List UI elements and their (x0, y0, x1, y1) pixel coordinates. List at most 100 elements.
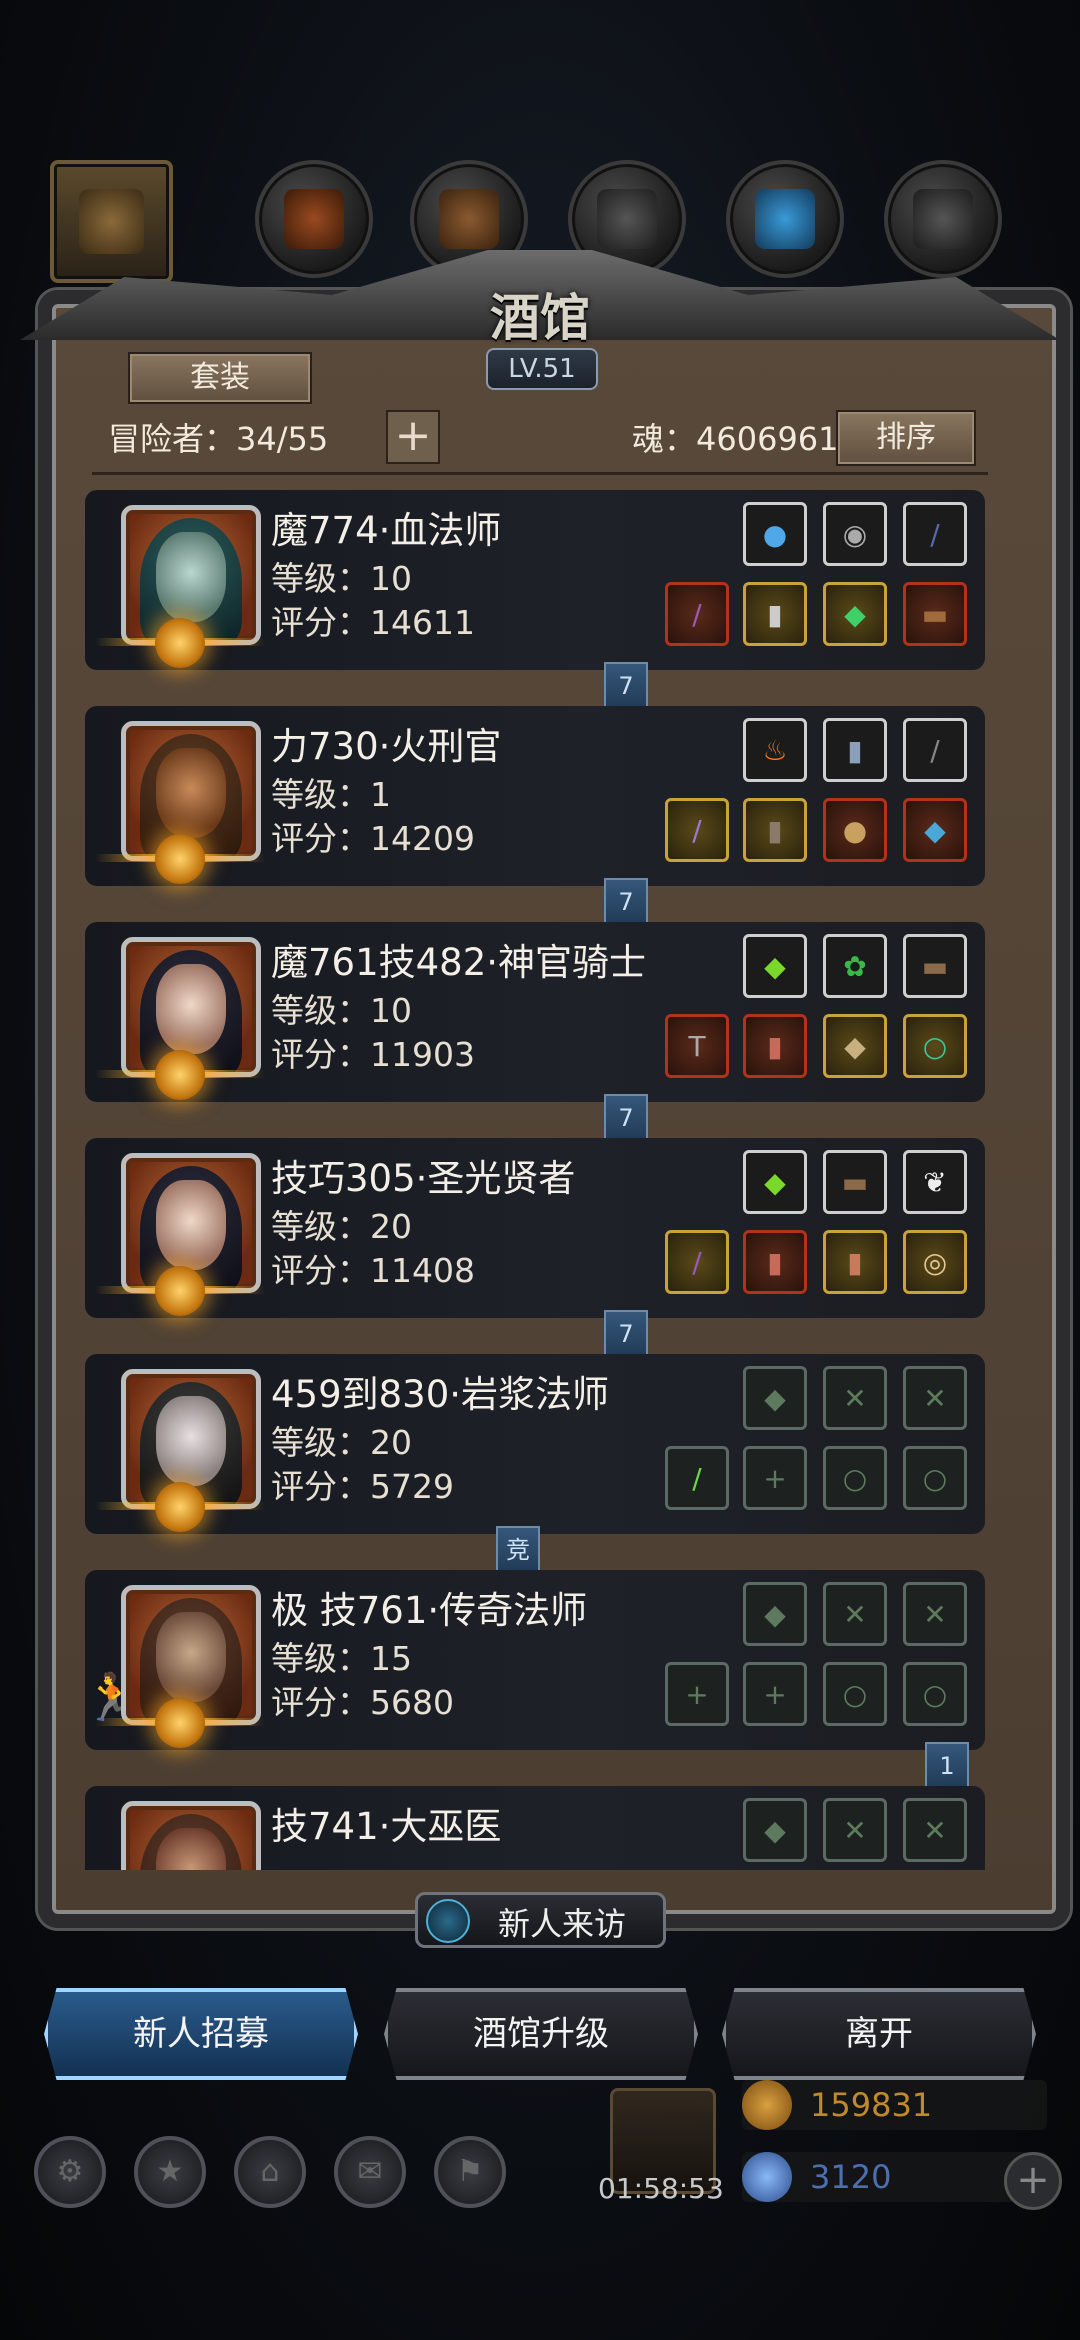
hero-name: 459到830·岩浆法师 (271, 1373, 610, 1416)
mask-icon[interactable]: ◉ (823, 502, 887, 566)
hero-card[interactable]: 力730·火刑官 等级：1 评分：14209 ♨ ▮ / / ▮ ● ◆ (85, 706, 985, 886)
herb-icon[interactable]: ✿ (823, 934, 887, 998)
hero-card[interactable]: 技741·大巫医 ◆ ✕ ✕ (85, 1786, 985, 1870)
add-currency-icon[interactable]: + (1004, 2152, 1062, 2210)
armor-icon[interactable]: ▮ (743, 1230, 807, 1294)
shield-icon[interactable]: ● (823, 798, 887, 862)
hero-score: 评分：11408 (271, 1251, 475, 1290)
shield-icon[interactable]: ◆ (823, 1014, 887, 1078)
book-icon[interactable]: ▬ (903, 582, 967, 646)
category-tab-all[interactable] (50, 160, 173, 283)
divider (92, 472, 988, 475)
empty-slot-icon[interactable]: ✕ (903, 1798, 967, 1862)
rank-medal-icon (155, 618, 205, 668)
hero-name: 技巧305·圣光贤者 (271, 1157, 576, 1200)
gold-icon (742, 2080, 792, 2130)
wing-icon[interactable]: ❦ (903, 1150, 967, 1214)
hero-name: 魔774·血法师 (271, 509, 502, 552)
adventurer-count: 冒险者：34/55 (108, 420, 329, 458)
hero-name: 力730·火刑官 (271, 725, 502, 768)
hero-card[interactable]: 魔774·血法师 等级：10 评分：14611 ● ◉ / / ▮ ◆ ▬ (85, 490, 985, 670)
new-visitor-button[interactable]: 新人来访 (415, 1892, 666, 1948)
staff-icon[interactable]: / (665, 582, 729, 646)
gold-counter: 159831 (742, 2080, 1047, 2130)
gem-counter: 3120 (742, 2152, 1047, 2202)
hammer-icon[interactable]: T (665, 1014, 729, 1078)
hero-name: 极 技761·传奇法师 (271, 1589, 588, 1632)
hero-level: 等级：20 (271, 1207, 412, 1246)
scroll-icon[interactable]: ▮ (823, 718, 887, 782)
armor-icon[interactable]: ▮ (743, 582, 807, 646)
hero-name: 技741·大巫医 (271, 1805, 502, 1848)
clock-icon (426, 1899, 470, 1943)
feather-icon[interactable]: / (903, 718, 967, 782)
empty-slot-icon[interactable]: ○ (823, 1446, 887, 1510)
hero-level: 等级：20 (271, 1423, 412, 1462)
hero-score: 评分：14611 (271, 603, 475, 642)
hero-card[interactable]: 🏃 极 技761·传奇法师 等级：15 评分：5680 ◆ ✕ ✕ + + ○ … (85, 1570, 985, 1750)
hero-score: 评分：5680 (271, 1683, 454, 1722)
bracer-icon[interactable]: ▬ (823, 1150, 887, 1214)
rune-icon[interactable]: / (903, 502, 967, 566)
empty-slot-icon[interactable]: ✕ (823, 1366, 887, 1430)
potion-icon[interactable]: ◆ (743, 1150, 807, 1214)
tavern-level-badge: LV.51 (486, 348, 598, 390)
hero-level: 等级：10 (271, 991, 412, 1030)
orb-icon[interactable]: ● (743, 502, 807, 566)
recruit-button[interactable]: 新人招募 (44, 1988, 358, 2080)
gauntlet-icon[interactable]: ◆ (903, 798, 967, 862)
gem-value: 3120 (810, 2158, 892, 2196)
category-tab-leather[interactable] (255, 160, 373, 278)
panel-title: 酒馆 (490, 288, 590, 347)
category-tab-steel[interactable] (884, 160, 1002, 278)
sort-button[interactable]: 排序 (836, 410, 976, 466)
cloak-icon[interactable]: ▮ (823, 1230, 887, 1294)
hero-level: 等级：10 (271, 559, 412, 598)
hero-level: 等级：1 (271, 775, 391, 814)
fire-icon[interactable]: ♨ (743, 718, 807, 782)
amulet-icon[interactable]: ○ (903, 1014, 967, 1078)
empty-slot-icon[interactable]: ○ (903, 1662, 967, 1726)
empty-slot-icon[interactable]: + (665, 1662, 729, 1726)
empty-slot-icon[interactable]: ◆ (743, 1798, 807, 1862)
rank-medal-icon (155, 1266, 205, 1316)
hero-card[interactable]: 459到830·岩浆法师 等级：20 评分：5729 ◆ ✕ ✕ / + ○ ○ (85, 1354, 985, 1534)
hero-card[interactable]: 技巧305·圣光贤者 等级：20 评分：11408 ◆ ▬ ❦ / ▮ ▮ ◎ (85, 1138, 985, 1318)
gift-icon[interactable]: ⚑ (434, 2136, 506, 2208)
set-button[interactable]: 套装 (128, 352, 312, 404)
empty-slot-icon[interactable]: + (743, 1662, 807, 1726)
mace-icon[interactable]: / (665, 798, 729, 862)
settings-icon[interactable]: ⚙ (34, 2136, 106, 2208)
hero-card[interactable]: 魔761技482·神官骑士 等级：10 评分：11903 ◆ ✿ ▬ T ▮ ◆… (85, 922, 985, 1102)
gold-value: 159831 (810, 2086, 933, 2124)
mail-icon[interactable]: ✉ (334, 2136, 406, 2208)
empty-slot-icon[interactable]: ○ (903, 1446, 967, 1510)
hero-level: 等级：15 (271, 1639, 412, 1678)
armor-icon[interactable]: ▮ (743, 1014, 807, 1078)
upgrade-tavern-button[interactable]: 酒馆升级 (384, 1988, 698, 2080)
staff-icon[interactable]: / (665, 1230, 729, 1294)
achievement-icon[interactable]: ★ (134, 2136, 206, 2208)
plus-icon[interactable]: + (386, 410, 440, 464)
empty-slot-icon[interactable]: ✕ (823, 1798, 887, 1862)
leave-button[interactable]: 离开 (722, 1988, 1036, 2080)
category-tab-crystal[interactable] (726, 160, 844, 278)
hero-score: 评分：5729 (271, 1467, 454, 1506)
rank-medal-icon (155, 1482, 205, 1532)
empty-slot-icon[interactable]: ✕ (823, 1582, 887, 1646)
empty-slot-icon[interactable]: + (743, 1446, 807, 1510)
gem-icon[interactable]: ◆ (823, 582, 887, 646)
rank-medal-icon (155, 1050, 205, 1100)
empty-slot-icon[interactable]: ✕ (903, 1582, 967, 1646)
empty-slot-icon[interactable]: ◆ (743, 1366, 807, 1430)
staff-icon[interactable]: / (665, 1446, 729, 1510)
empty-slot-icon[interactable]: ✕ (903, 1366, 967, 1430)
bracer-icon[interactable]: ▬ (903, 934, 967, 998)
empty-slot-icon[interactable]: ○ (823, 1662, 887, 1726)
hero-list[interactable]: 魔774·血法师 等级：10 评分：14611 ● ◉ / / ▮ ◆ ▬ 7 … (85, 490, 995, 1870)
clock-icon[interactable]: ◎ (903, 1230, 967, 1294)
empty-slot-icon[interactable]: ◆ (743, 1582, 807, 1646)
guild-icon[interactable]: ⌂ (234, 2136, 306, 2208)
armor-icon[interactable]: ▮ (743, 798, 807, 862)
potion-icon[interactable]: ◆ (743, 934, 807, 998)
